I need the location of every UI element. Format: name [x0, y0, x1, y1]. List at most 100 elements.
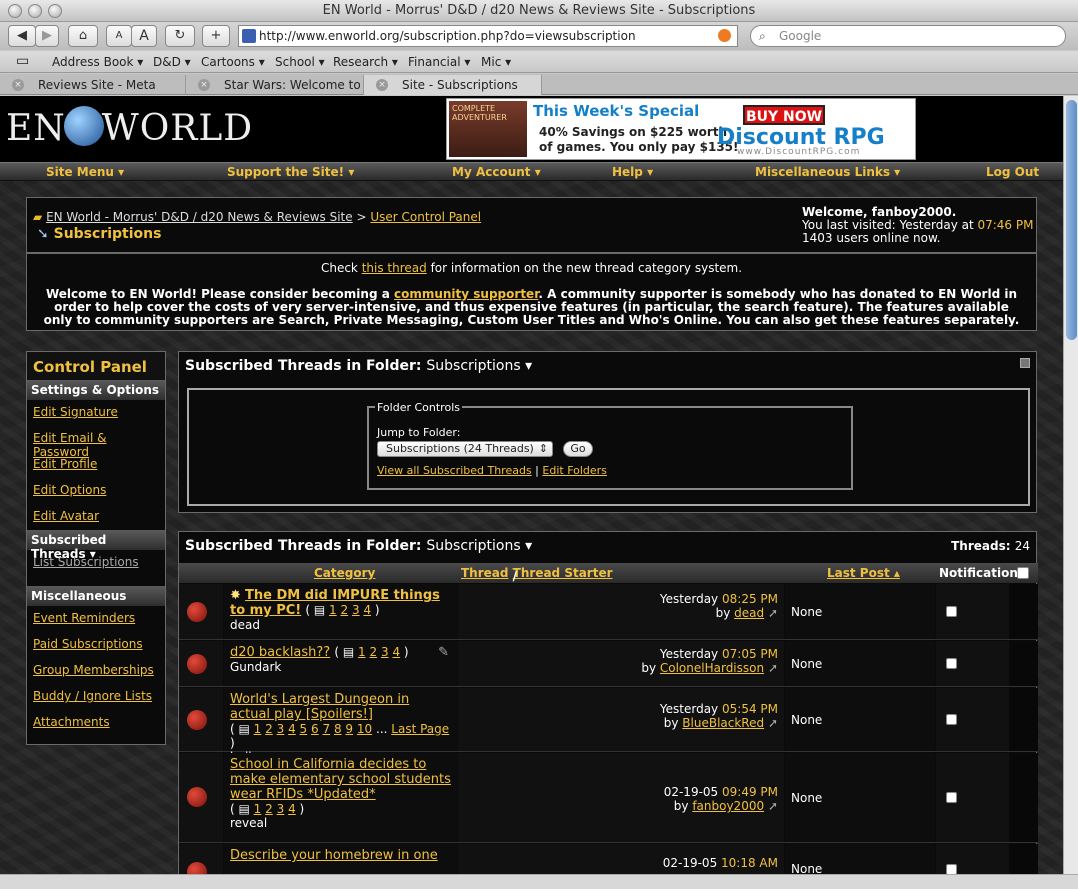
- vertical-scrollbar[interactable]: [1063, 96, 1078, 874]
- page-link[interactable]: 4: [288, 722, 296, 736]
- thread-checkbox[interactable]: [946, 606, 957, 617]
- nav-my-account[interactable]: My Account ▾: [452, 165, 541, 179]
- page-link[interactable]: 2: [265, 722, 273, 736]
- search-field[interactable]: ⌕ Google: [750, 25, 1066, 47]
- page-link[interactable]: 4: [288, 802, 296, 816]
- close-tab-icon[interactable]: ×: [12, 79, 24, 91]
- sidebar-item-edit-email[interactable]: Edit Email & Password: [27, 426, 165, 459]
- folder-name-menu[interactable]: Subscriptions ▾: [426, 358, 532, 374]
- thread-title-link[interactable]: School in California decides to make ele…: [230, 757, 451, 802]
- sidebar-link[interactable]: Edit Options: [33, 483, 106, 497]
- goto-last-post-icon[interactable]: ➚: [768, 799, 778, 813]
- page-link[interactable]: 7: [322, 722, 330, 736]
- category-sort-link[interactable]: Category: [314, 566, 375, 580]
- nav-misc-links[interactable]: Miscellaneous Links ▾: [755, 165, 900, 179]
- sidebar-link[interactable]: List Subscriptions: [33, 555, 139, 569]
- sidebar-item-edit-options[interactable]: Edit Options: [27, 478, 165, 504]
- goto-last-post-icon[interactable]: ➚: [768, 661, 778, 675]
- tab-reviews-site[interactable]: × Reviews Site - Meta: [0, 75, 186, 95]
- page-link[interactable]: 2: [265, 802, 273, 816]
- page-link[interactable]: 10: [357, 722, 372, 736]
- sidebar-link[interactable]: Edit Signature: [33, 405, 118, 419]
- home-button[interactable]: ⌂: [68, 25, 98, 47]
- view-all-subscribed-link[interactable]: View all Subscribed Threads: [377, 464, 532, 477]
- page-link[interactable]: 1: [329, 603, 337, 617]
- bookmark-cartoons[interactable]: Cartoons ▾: [201, 55, 265, 69]
- thread-title-link[interactable]: d20 backlash??: [230, 645, 330, 660]
- page-link[interactable]: 1: [254, 802, 262, 816]
- last-page-link[interactable]: Last Page: [391, 722, 449, 736]
- back-button[interactable]: ◀: [8, 25, 36, 47]
- breadcrumb-home-link[interactable]: EN World - Morrus' D&D / d20 News & Revi…: [46, 210, 353, 224]
- sidebar-item-event-reminders[interactable]: Event Reminders: [27, 606, 165, 632]
- go-button[interactable]: Go: [563, 441, 593, 457]
- bookmark-financial[interactable]: Financial ▾: [408, 55, 470, 69]
- subscribed-threads-header[interactable]: Subscribed Threads ▾: [27, 530, 165, 561]
- sidebar-item-edit-signature[interactable]: Edit Signature: [27, 400, 165, 426]
- sidebar-link[interactable]: Buddy / Ignore Lists: [33, 689, 152, 703]
- sidebar-link[interactable]: Group Memberships: [33, 663, 154, 677]
- thread-checkbox[interactable]: [946, 792, 957, 803]
- sidebar-link[interactable]: Edit Profile: [33, 457, 97, 471]
- bookmark-school[interactable]: School ▾: [275, 55, 325, 69]
- sidebar-item-buddy-ignore[interactable]: Buddy / Ignore Lists: [27, 684, 165, 710]
- page-link[interactable]: 4: [363, 603, 371, 617]
- zoom-window-button[interactable]: [48, 4, 62, 18]
- thread-checkbox[interactable]: [946, 714, 957, 725]
- bookmark-research[interactable]: Research ▾: [333, 55, 398, 69]
- select-all-checkbox[interactable]: [1017, 567, 1029, 579]
- last-poster-link[interactable]: dead: [734, 606, 764, 620]
- goto-last-post-icon[interactable]: ➚: [768, 606, 778, 620]
- sidebar-item-group-memberships[interactable]: Group Memberships: [27, 658, 165, 684]
- page-link[interactable]: 5: [300, 722, 308, 736]
- thread-checkbox[interactable]: [946, 864, 957, 874]
- sidebar-link[interactable]: Edit Avatar: [33, 509, 99, 523]
- thread-title-link[interactable]: World's Largest Dungeon in actual play […: [230, 692, 409, 722]
- text-smaller-button[interactable]: A: [106, 25, 132, 47]
- last-poster-link[interactable]: ColonelHardisson: [660, 661, 764, 675]
- page-link[interactable]: 4: [392, 645, 400, 659]
- collapse-icon[interactable]: [1020, 358, 1030, 368]
- bookmark-dnd[interactable]: D&D ▾: [153, 55, 191, 69]
- sidebar-link[interactable]: Event Reminders: [33, 611, 135, 625]
- sidebar-item-attachments[interactable]: Attachments: [27, 710, 165, 736]
- col-thread[interactable]: Thread / Thread Starter: [461, 566, 613, 583]
- page-link[interactable]: 1: [358, 645, 366, 659]
- col-last-post[interactable]: Last Post ▴: [827, 566, 900, 580]
- forward-button[interactable]: ▶: [35, 25, 59, 47]
- add-bookmark-button[interactable]: +: [202, 25, 230, 47]
- snapback-icon[interactable]: [718, 29, 731, 42]
- thread-title-link[interactable]: Describe your homebrew in one: [230, 848, 438, 863]
- sidebar-link[interactable]: Paid Subscriptions: [33, 637, 143, 651]
- last-post-sort-link[interactable]: Last Post ▴: [827, 566, 900, 580]
- page-link[interactable]: 3: [277, 722, 285, 736]
- tab-subscriptions[interactable]: × Site - Subscriptions: [364, 75, 542, 95]
- sidebar-item-paid-subscriptions[interactable]: Paid Subscriptions: [27, 632, 165, 658]
- bookmark-address-book[interactable]: Address Book ▾: [52, 55, 143, 69]
- nav-support[interactable]: Support the Site! ▾: [227, 165, 354, 179]
- ad-buy-now[interactable]: BUY NOW: [743, 105, 825, 125]
- folder-name-menu[interactable]: Subscriptions ▾: [426, 538, 532, 554]
- page-link[interactable]: 2: [341, 603, 349, 617]
- nav-site-menu[interactable]: Site Menu ▾: [46, 165, 124, 179]
- reload-button[interactable]: ↻: [165, 25, 195, 47]
- en-world-logo[interactable]: EN WORLD: [6, 106, 253, 149]
- minimize-window-button[interactable]: [28, 4, 42, 18]
- address-bar[interactable]: http://www.enworld.org/subscription.php?…: [238, 25, 738, 47]
- page-link[interactable]: 3: [352, 603, 360, 617]
- sidebar-link[interactable]: Attachments: [33, 715, 110, 729]
- page-link[interactable]: 9: [345, 722, 353, 736]
- breadcrumb-ucp-link[interactable]: User Control Panel: [370, 210, 481, 224]
- goto-last-post-icon[interactable]: ➚: [768, 716, 778, 730]
- this-thread-link[interactable]: this thread: [362, 261, 427, 275]
- page-link[interactable]: 8: [334, 722, 342, 736]
- folder-select[interactable]: Subscriptions (24 Threads) ⇕: [377, 441, 553, 457]
- nav-help[interactable]: Help ▾: [612, 165, 653, 179]
- community-supporter-link[interactable]: community supporter: [394, 287, 538, 301]
- page-link[interactable]: 2: [370, 645, 378, 659]
- tab-star-wars[interactable]: × Star Wars: Welcome to t...: [186, 75, 364, 95]
- thread-sort-link[interactable]: Thread: [461, 566, 508, 580]
- page-link[interactable]: 3: [277, 802, 285, 816]
- col-category[interactable]: Category: [314, 566, 375, 580]
- last-poster-link[interactable]: BlueBlackRed: [682, 716, 764, 730]
